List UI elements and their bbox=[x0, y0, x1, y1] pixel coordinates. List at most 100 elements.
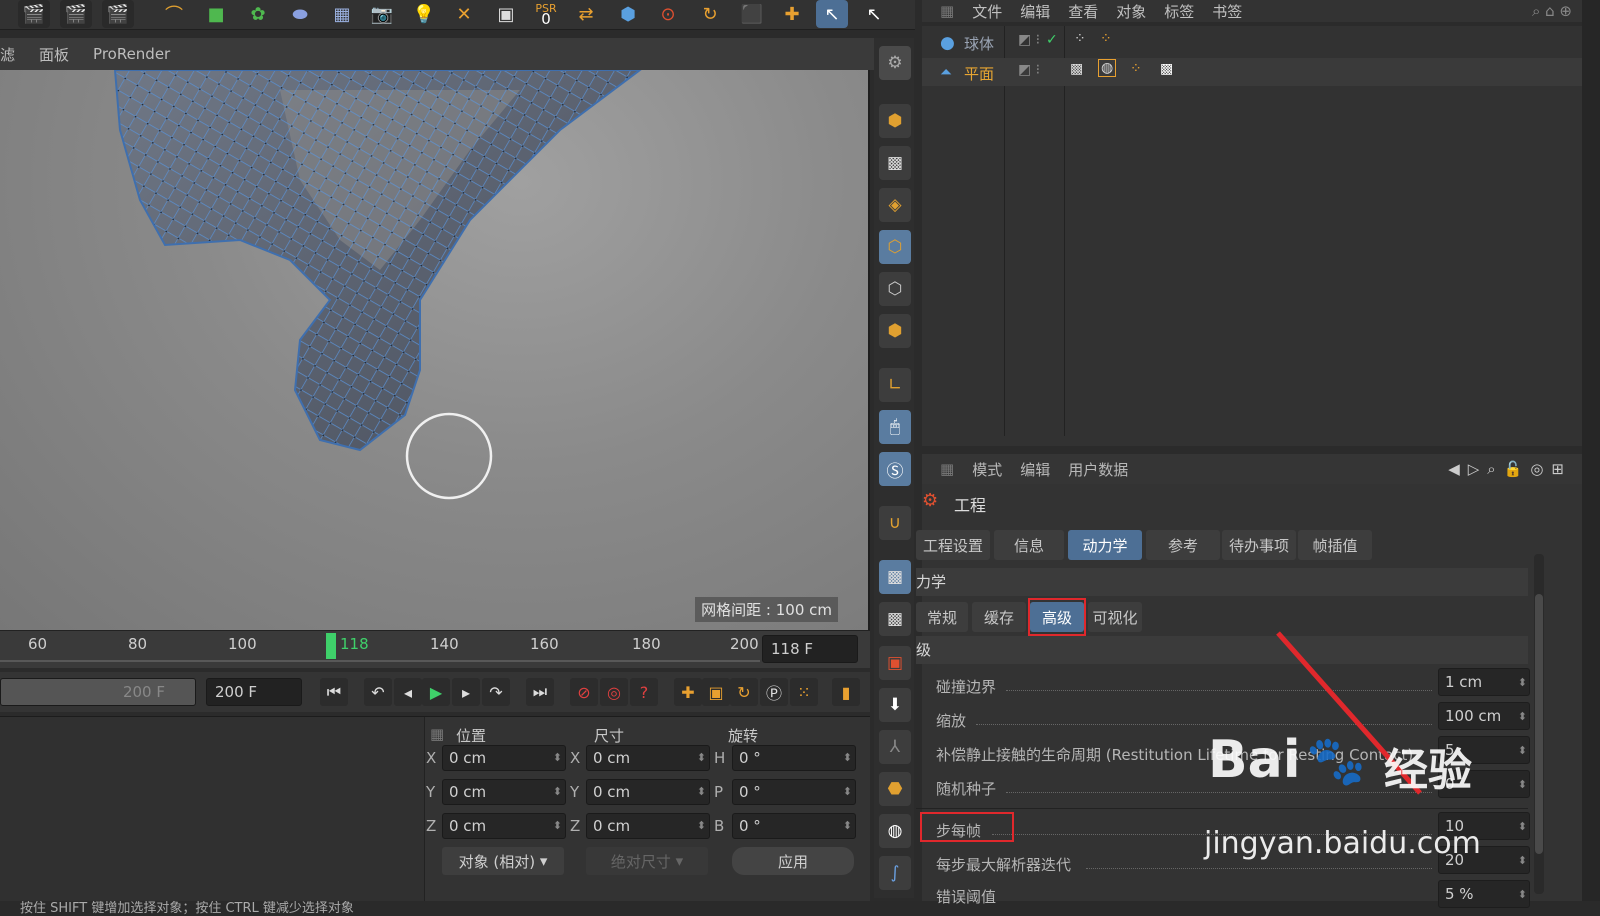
attr-nav-icons[interactable]: ◀▷⌕🔓◎⊞ bbox=[1448, 460, 1572, 478]
render-view-icon[interactable]: 🎬 bbox=[18, 0, 50, 28]
workplane-icon[interactable]: ◈ bbox=[879, 188, 911, 222]
render-region-icon[interactable]: ▣ bbox=[879, 646, 911, 680]
preview-range-slider[interactable]: 200 F bbox=[0, 678, 196, 706]
rotation-p-field[interactable]: 0 ° bbox=[732, 779, 856, 805]
camera-icon[interactable]: 📷 bbox=[366, 0, 398, 28]
make-editable-icon[interactable]: ⚙ bbox=[879, 46, 911, 80]
menu-prorender[interactable]: ProRender bbox=[93, 45, 170, 63]
play-icon[interactable]: ▶ bbox=[422, 678, 450, 706]
current-frame-field[interactable]: 118 F bbox=[762, 635, 858, 663]
snap-icon[interactable]: Ⓢ bbox=[879, 452, 911, 486]
bucket-icon[interactable]: ⬣ bbox=[879, 772, 911, 806]
key-rotation-icon[interactable]: ↻ bbox=[730, 678, 758, 706]
menu-bookmarks[interactable]: 书签 bbox=[1212, 1, 1242, 22]
scale-icon[interactable]: ⬛ bbox=[736, 0, 768, 28]
dynamics-tag-icon[interactable]: ⁘ bbox=[1074, 31, 1086, 47]
size-x-field[interactable]: 0 cm bbox=[586, 745, 710, 771]
floor-grid-icon[interactable]: ▦ bbox=[326, 0, 358, 28]
tweak-mode-icon[interactable]: 🖱 bbox=[879, 410, 911, 444]
light-icon[interactable]: 💡 bbox=[408, 0, 440, 28]
joint-icon[interactable]: ⅄ bbox=[879, 730, 911, 764]
menu-panel[interactable]: 面板 bbox=[39, 44, 69, 65]
menu-edit[interactable]: 编辑 bbox=[1020, 1, 1050, 22]
tab-todo[interactable]: 待办事项 bbox=[1222, 530, 1296, 560]
collision-margin-field[interactable]: 1 cm bbox=[1438, 668, 1530, 696]
viewport[interactable]: 网格间距 : 100 cm bbox=[0, 70, 870, 630]
goto-end-icon[interactable]: ⏭ bbox=[526, 678, 554, 706]
axis-mode-icon[interactable]: ∟ bbox=[879, 368, 911, 402]
tab-info[interactable]: 信息 bbox=[994, 530, 1064, 560]
bend-icon[interactable]: ⌒ bbox=[158, 0, 190, 28]
download-icon[interactable]: ⬇ bbox=[879, 688, 911, 722]
menu-mode[interactable]: 模式 bbox=[972, 459, 1002, 480]
mirror-icon[interactable]: ✕ bbox=[448, 0, 480, 28]
check-icon[interactable]: ✓ bbox=[1046, 32, 1058, 48]
menu-userdata[interactable]: 用户数据 bbox=[1068, 459, 1128, 480]
object-name[interactable]: 球体 bbox=[964, 33, 994, 54]
axis-icon[interactable]: ⇄ bbox=[570, 0, 602, 28]
select-icon[interactable]: ↖ bbox=[858, 0, 890, 28]
collider-tag-icon[interactable]: ◍ bbox=[1098, 59, 1117, 77]
menu-view[interactable]: 查看 bbox=[1068, 1, 1098, 22]
model-mode-icon[interactable]: ⬢ bbox=[879, 104, 911, 138]
render-settings-icon[interactable]: 🎬 bbox=[102, 0, 134, 28]
position-y-field[interactable]: 0 cm bbox=[442, 779, 566, 805]
next-frame-icon[interactable]: ▸ bbox=[452, 678, 480, 706]
timeline-icon[interactable]: ▮ bbox=[832, 678, 860, 706]
cursor-icon[interactable]: ⊙ bbox=[652, 0, 684, 28]
texture-mode-icon[interactable]: ▩ bbox=[879, 146, 911, 180]
sculpt-ball-icon[interactable]: ◍ bbox=[879, 814, 911, 848]
key-scale-icon[interactable]: ▣ bbox=[702, 678, 730, 706]
autokey-icon[interactable]: ◎ bbox=[600, 678, 628, 706]
search-icon[interactable]: ⌕ ⌂ ⊕ bbox=[1532, 2, 1572, 20]
error-threshold-field[interactable]: 5 % bbox=[1438, 880, 1530, 908]
tab-project-settings[interactable]: 工程设置 bbox=[916, 530, 990, 560]
key-position-icon[interactable]: ✚ bbox=[674, 678, 702, 706]
edges-mode-icon[interactable]: ⬡ bbox=[879, 272, 911, 306]
points-mode-icon[interactable]: ⬡ bbox=[879, 230, 911, 264]
position-z-field[interactable]: 0 cm bbox=[442, 813, 566, 839]
keyframe-selection-icon[interactable]: ? bbox=[630, 678, 658, 706]
goto-start-icon[interactable]: ⏮ bbox=[320, 678, 348, 706]
visibility-icon[interactable]: ◩ ⁝ bbox=[1018, 62, 1040, 78]
subtab-general[interactable]: 常规 bbox=[916, 602, 968, 632]
tab-key-interpolation[interactable]: 帧插值 bbox=[1298, 530, 1372, 560]
tab-dynamics[interactable]: 动力学 bbox=[1068, 530, 1142, 560]
key-pla-icon[interactable]: ⁙ bbox=[790, 678, 818, 706]
size-z-field[interactable]: 0 cm bbox=[586, 813, 710, 839]
rotate-icon[interactable]: ↻ bbox=[694, 0, 726, 28]
checker-tag-icon[interactable]: ▩ bbox=[1160, 61, 1173, 77]
move-icon[interactable]: ✚ bbox=[776, 0, 808, 28]
object-row[interactable]: ⏶ 平面 ◩ ⁝ ▩ ◍ ⁘ ▩ bbox=[922, 58, 1582, 86]
polygons-mode-icon[interactable]: ⬢ bbox=[879, 314, 911, 348]
coord-size-select[interactable]: 绝对尺寸 ▾ bbox=[586, 847, 708, 875]
gear-green-icon[interactable]: ✿ bbox=[242, 0, 274, 28]
playhead[interactable] bbox=[326, 633, 336, 659]
prev-key-icon[interactable]: ↶ bbox=[364, 678, 392, 706]
key-parameter-icon[interactable]: Ⓟ bbox=[760, 678, 788, 706]
cube-green-icon[interactable]: ■ bbox=[200, 0, 232, 28]
material-tag-icon[interactable]: ⁘ bbox=[1130, 61, 1142, 77]
object-name[interactable]: 平面 bbox=[964, 63, 994, 84]
python-icon[interactable]: ∫ bbox=[879, 856, 911, 890]
cube-blue-icon[interactable]: ⬢ bbox=[612, 0, 644, 28]
menu-edit[interactable]: 编辑 bbox=[1020, 459, 1050, 480]
render-picture-viewer-icon[interactable]: 🎬 bbox=[60, 0, 92, 28]
tab-referencing[interactable]: 参考 bbox=[1146, 530, 1220, 560]
apply-button[interactable]: 应用 bbox=[732, 847, 854, 875]
object-row[interactable]: ● 球体 ◩ ⁝ ✓ ⁘ ⁘ bbox=[922, 28, 1582, 56]
cloth-tag-icon[interactable]: ▩ bbox=[1070, 61, 1083, 77]
coord-mode-select[interactable]: 对象 (相对) ▾ bbox=[442, 847, 564, 875]
planar-workplane-icon[interactable]: ▩ bbox=[879, 602, 911, 636]
rotation-b-field[interactable]: 0 ° bbox=[732, 813, 856, 839]
menu-file[interactable]: 文件 bbox=[972, 1, 1002, 22]
picture-icon[interactable]: ▣ bbox=[490, 0, 522, 28]
psr-icon[interactable]: PSR 0 bbox=[530, 0, 562, 28]
menu-tags[interactable]: 标签 bbox=[1164, 1, 1194, 22]
prev-frame-icon[interactable]: ◂ bbox=[394, 678, 422, 706]
magnet-icon[interactable]: ∪ bbox=[879, 506, 911, 540]
scale-field[interactable]: 100 cm bbox=[1438, 702, 1530, 730]
visibility-icon[interactable]: ◩ ⁝ bbox=[1018, 32, 1040, 48]
record-icon[interactable]: ⊘ bbox=[570, 678, 598, 706]
live-select-icon[interactable]: ↖ bbox=[816, 0, 848, 28]
